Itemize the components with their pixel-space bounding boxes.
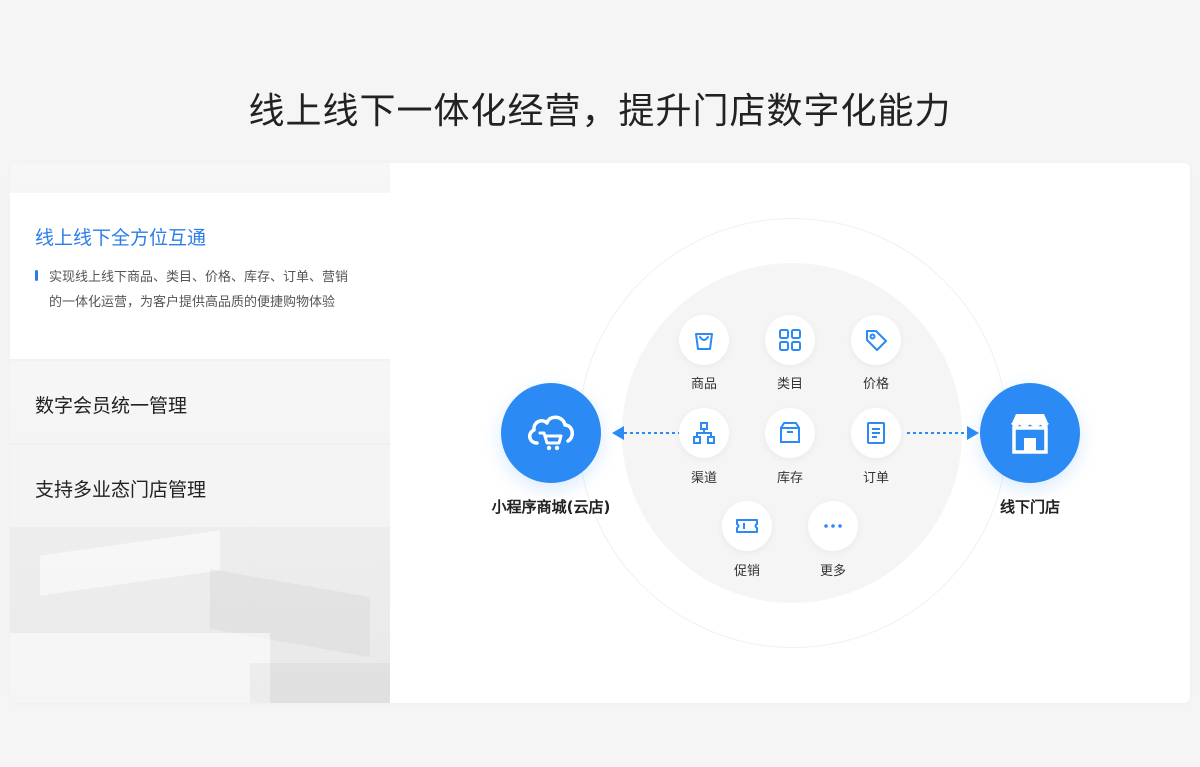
feature-title: 线上线下全方位互通 bbox=[35, 227, 207, 249]
page-title: 线上线下一体化经营，提升门店数字化能力 bbox=[248, 91, 952, 132]
product-node bbox=[679, 315, 729, 365]
inventory-label: 库存 bbox=[776, 471, 803, 486]
channel-node bbox=[679, 408, 729, 458]
decor-block bbox=[10, 633, 270, 703]
order-label: 订单 bbox=[862, 471, 889, 486]
more-node bbox=[808, 501, 858, 551]
mini-program-mall-node bbox=[501, 383, 601, 483]
hierarchy-icon bbox=[693, 422, 715, 444]
price-label: 价格 bbox=[862, 377, 889, 392]
price-node bbox=[851, 315, 901, 365]
feature-title: 数字会员统一管理 bbox=[35, 395, 188, 417]
integration-diagram: 小程序商城(云店) 线下门店 商品 类目 价格 渠道 库存 订单 促销 更多 bbox=[390, 163, 1190, 703]
inventory-node bbox=[765, 408, 815, 458]
channel-label: 渠道 bbox=[690, 471, 717, 486]
feature-title: 支持多业态门店管理 bbox=[35, 479, 207, 501]
accent-bar bbox=[35, 270, 38, 281]
arrow-left-icon bbox=[612, 426, 684, 440]
feature-panel: 线上线下全方位互通 实现线上线下商品、类目、价格、库存、订单、营销的一体化运营，… bbox=[10, 163, 1190, 703]
offline-store-label: 线下门店 bbox=[999, 498, 1060, 516]
feature-description: 实现线上线下商品、类目、价格、库存、订单、营销的一体化运营，为客户提供高品质的便… bbox=[49, 270, 349, 310]
feature-tab-online-offline[interactable]: 线上线下全方位互通 实现线上线下商品、类目、价格、库存、订单、营销的一体化运营，… bbox=[10, 193, 390, 359]
feature-tab-multi-store[interactable]: 支持多业态门店管理 bbox=[10, 445, 390, 527]
more-dots-icon bbox=[824, 524, 842, 528]
feature-tab-member[interactable]: 数字会员统一管理 bbox=[10, 361, 390, 443]
offline-store-node bbox=[980, 383, 1080, 483]
box-icon bbox=[780, 422, 800, 443]
ticket-icon bbox=[736, 519, 758, 533]
feature-sidebar: 线上线下全方位互通 实现线上线下商品、类目、价格、库存、订单、营销的一体化运营，… bbox=[10, 163, 390, 703]
bag-icon bbox=[695, 333, 713, 350]
decor-block bbox=[40, 530, 220, 596]
promotion-node bbox=[722, 501, 772, 551]
tag-icon bbox=[866, 330, 887, 351]
mini-program-mall-label: 小程序商城(云店) bbox=[491, 498, 611, 516]
document-icon bbox=[867, 422, 885, 444]
cloud-cart-icon bbox=[528, 415, 574, 451]
order-node bbox=[851, 408, 901, 458]
promotion-label: 促销 bbox=[733, 564, 760, 579]
category-label: 类目 bbox=[776, 377, 803, 392]
decor-block bbox=[250, 663, 390, 703]
more-label: 更多 bbox=[819, 564, 846, 579]
arrow-right-icon bbox=[907, 426, 979, 440]
grid-icon bbox=[779, 329, 801, 351]
product-label: 商品 bbox=[690, 377, 717, 392]
store-icon bbox=[1011, 414, 1049, 454]
category-node bbox=[765, 315, 815, 365]
